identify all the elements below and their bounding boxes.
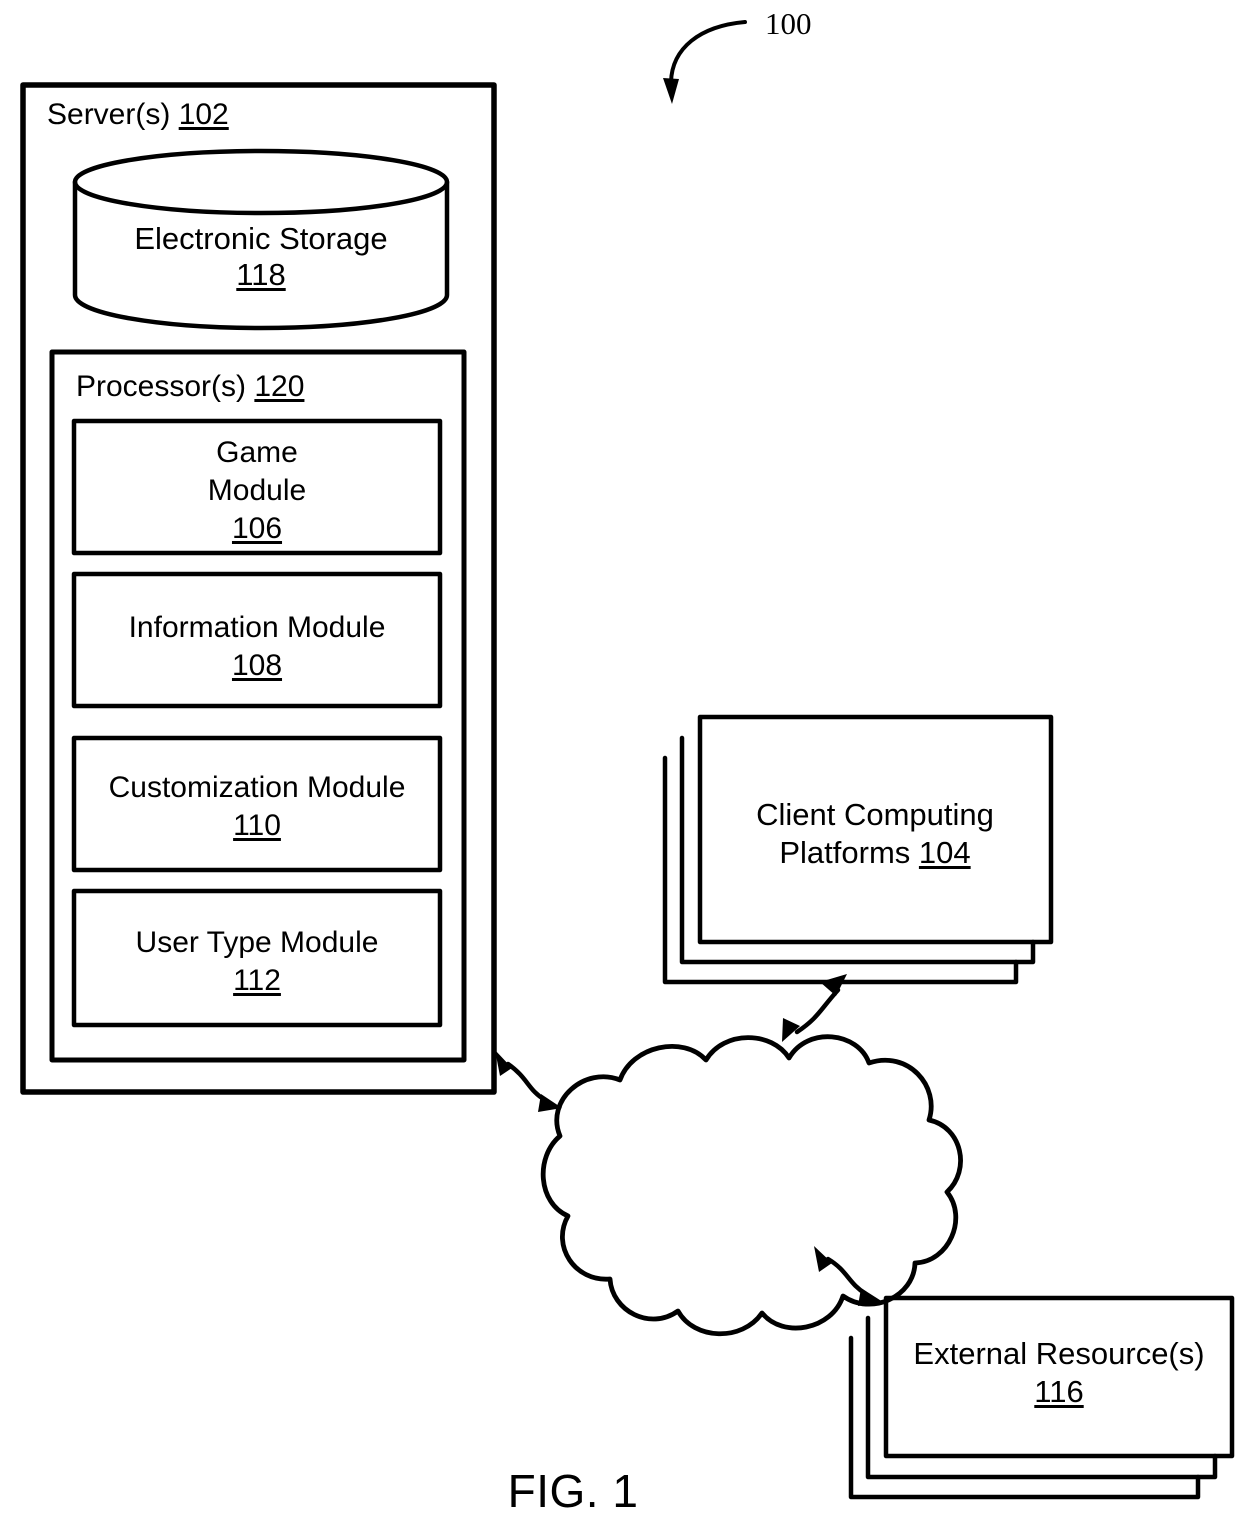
game-module-ref: 106 <box>231 512 283 545</box>
server-box-ref: 102 <box>178 98 229 131</box>
game-module-line2: Module <box>207 474 307 507</box>
game-module-line1: Game <box>216 436 298 469</box>
user-type-module-line1: User Type Module <box>135 926 379 959</box>
reference-100-leader <box>663 20 747 104</box>
figure-caption: FIG. 1 <box>507 1465 639 1517</box>
processor-box-ref: 120 <box>254 370 305 403</box>
information-module-line1: Information Module <box>128 611 386 644</box>
external-resources-line1: External Resource(s) <box>913 1336 1205 1371</box>
server-box-title: Server(s) 102 <box>47 98 229 132</box>
server-box-title-text: Server(s) <box>47 98 171 131</box>
figure-1-diagram: 100 Server(s) 102 Electronic Storage 118… <box>0 0 1240 1535</box>
reference-numeral-100: 100 <box>765 6 812 41</box>
user-type-module-ref: 112 <box>233 964 281 997</box>
external-resources-ref: 116 <box>1034 1374 1084 1409</box>
electronic-storage-label: Electronic Storage <box>134 221 388 256</box>
customization-module-line1: Customization Module <box>108 771 406 804</box>
client-platforms-line2: Platforms 104 <box>779 835 971 871</box>
processor-box-title-text: Processor(s) <box>76 370 247 403</box>
client-platforms-line2-text: Platforms <box>779 835 911 870</box>
processor-box-title: Processor(s) 120 <box>76 370 304 404</box>
network-cloud-shape <box>540 1034 963 1337</box>
client-platforms-line1: Client Computing <box>756 797 994 832</box>
customization-module-ref: 110 <box>233 809 281 842</box>
connector-server-cloud <box>495 1050 562 1112</box>
client-platforms-ref: 104 <box>918 835 971 870</box>
electronic-storage-ref: 118 <box>236 257 286 292</box>
information-module-ref: 108 <box>231 649 283 682</box>
